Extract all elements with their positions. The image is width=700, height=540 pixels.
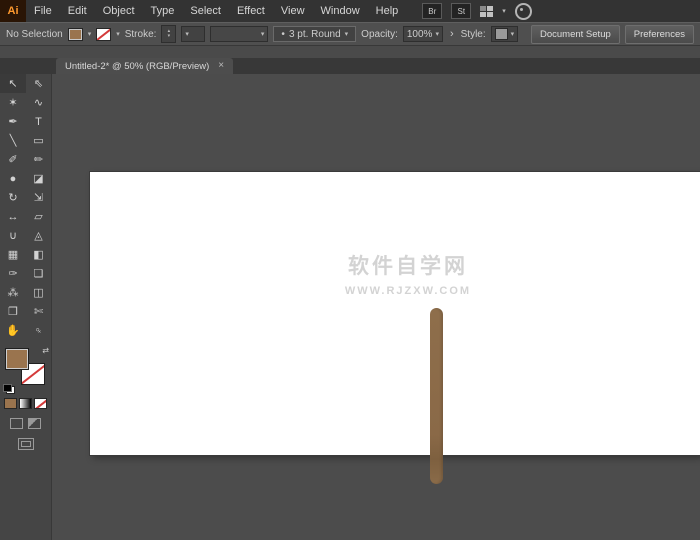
draw-mode-row	[0, 418, 51, 429]
document-tab-title: Untitled-2* @ 50% (RGB/Preview)	[65, 60, 210, 72]
lasso-tool[interactable]: ∿	[26, 93, 51, 112]
gradient-tool[interactable]: ◧	[26, 245, 51, 264]
rotate-tool[interactable]: ↻	[0, 188, 26, 207]
magic-wand-tool[interactable]: ✶	[0, 93, 26, 112]
workspace-dropdown-icon[interactable]: ▾	[502, 7, 506, 15]
default-fill-stroke-icon[interactable]	[3, 384, 15, 394]
menu-view[interactable]: View	[273, 0, 313, 22]
free-transform-tool[interactable]: ▱	[26, 207, 51, 226]
menu-file[interactable]: File	[26, 0, 60, 22]
mesh-tool[interactable]: ▦	[0, 245, 26, 264]
shape-builder-tool[interactable]: ∪	[0, 226, 26, 245]
stepper-down-icon[interactable]: ▾	[168, 34, 171, 39]
menu-edit[interactable]: Edit	[60, 0, 95, 22]
color-mode-row	[0, 398, 51, 409]
symbol-sprayer-tool[interactable]: ⁂	[0, 283, 26, 302]
menu-object[interactable]: Object	[95, 0, 143, 22]
direct-selection-tool[interactable]: ⇖	[26, 74, 51, 93]
eraser-tool[interactable]: ◪	[26, 169, 51, 188]
menu-window[interactable]: Window	[313, 0, 368, 22]
menu-effect[interactable]: Effect	[229, 0, 273, 22]
stroke-label: Stroke:	[124, 28, 157, 40]
selection-status: No Selection	[6, 28, 63, 40]
document-setup-button[interactable]: Document Setup	[531, 24, 620, 44]
menu-help[interactable]: Help	[368, 0, 407, 22]
brush-definition-button[interactable]: • 3 pt. Round ▾	[273, 26, 357, 42]
color-button[interactable]	[4, 398, 17, 409]
stock-icon[interactable]: St	[451, 3, 472, 19]
tab-close-icon[interactable]: ×	[218, 61, 224, 71]
draw-normal-button[interactable]	[10, 418, 23, 429]
watermark: 软件自学网 WWW.RJZXW.COM	[345, 250, 471, 297]
style-label: Style:	[460, 28, 486, 40]
blob-brush-tool[interactable]: ●	[0, 169, 26, 188]
canvas-area[interactable]: 软件自学网 WWW.RJZXW.COM	[52, 74, 700, 540]
style-swatch	[494, 28, 508, 40]
line-segment-tool[interactable]: ╲	[0, 131, 26, 150]
paintbrush-tool[interactable]: ✐	[0, 150, 26, 169]
swap-fill-stroke-icon[interactable]: ⇄	[42, 346, 49, 355]
scale-tool[interactable]: ⇲	[26, 188, 51, 207]
fill-color-swatch[interactable]	[67, 27, 83, 41]
app-logo: Ai	[0, 0, 26, 22]
brush-definition-label: 3 pt. Round	[288, 28, 341, 40]
preferences-button[interactable]: Preferences	[624, 24, 694, 44]
menu-bar: Ai File Edit Object Type Select Effect V…	[0, 0, 700, 22]
more-options-chevron[interactable]: ›	[448, 28, 456, 40]
perspective-grid-tool[interactable]: ◬	[26, 226, 51, 245]
brush-dropdown-icon: ▾	[344, 31, 349, 38]
stroke-weight-dropdown[interactable]: ▾	[181, 26, 206, 42]
opacity-label: Opacity:	[361, 28, 398, 40]
draw-behind-button[interactable]	[28, 418, 41, 429]
bridge-icon[interactable]: Br	[422, 3, 443, 19]
hand-tool[interactable]: ✋	[0, 321, 26, 340]
fill-swatch[interactable]	[5, 348, 29, 370]
menu-select[interactable]: Select	[182, 0, 229, 22]
opacity-value: 100%	[406, 28, 433, 40]
opacity-dropdown-icon: ▾	[435, 31, 439, 38]
opacity-dropdown[interactable]: 100% ▾	[402, 26, 443, 42]
workspace-icon[interactable]	[480, 5, 494, 17]
width-tool[interactable]: ↔	[0, 207, 26, 226]
menubar-icon-group: Br St ▾	[422, 2, 532, 20]
brush-dot-icon: •	[281, 28, 285, 40]
type-tool[interactable]: T	[26, 112, 51, 131]
rectangle-tool[interactable]: ▭	[26, 131, 51, 150]
watermark-line1: 软件自学网	[348, 255, 468, 278]
pencil-tool[interactable]: ✏	[26, 150, 51, 169]
watermark-line2: WWW.RJZXW.COM	[344, 285, 472, 297]
fill-stroke-widget: ⇄	[0, 346, 51, 394]
fill-dropdown-icon[interactable]: ▾	[88, 30, 92, 38]
profile-dropdown-icon: ▾	[260, 31, 265, 38]
style-dropdown-icon: ▾	[510, 31, 515, 38]
menu-type[interactable]: Type	[143, 0, 183, 22]
pen-tool[interactable]: ✒	[0, 112, 26, 131]
stroke-weight-stepper[interactable]: ▴ ▾	[161, 25, 177, 43]
tools-panel: ↖ ⇖ ✶ ∿ ✒ T ╲ ▭ ✐ ✏ ● ◪ ↻ ⇲ ↔ ▱ ∪ ◬ ▦ ◧ …	[0, 74, 52, 540]
gradient-button[interactable]	[19, 398, 32, 409]
none-button[interactable]	[34, 398, 47, 409]
screen-share-icon[interactable]	[514, 2, 532, 20]
artboard[interactable]: 软件自学网 WWW.RJZXW.COM	[90, 172, 700, 455]
document-tab[interactable]: Untitled-2* @ 50% (RGB/Preview) ×	[56, 58, 234, 74]
selection-tool[interactable]: ↖	[0, 74, 26, 93]
screen-mode-button[interactable]	[17, 438, 34, 450]
control-bar: No Selection ▾ ▾ Stroke: ▴ ▾ ▾ ▾ • 3 pt.…	[0, 22, 700, 46]
column-graph-tool[interactable]: ◫	[26, 283, 51, 302]
eyedropper-tool[interactable]: ✑	[0, 264, 26, 283]
variable-width-profile-dropdown[interactable]: ▾	[210, 26, 269, 42]
stroke-weight-dropdown-icon: ▾	[185, 31, 189, 38]
drawn-stick-shape[interactable]	[430, 308, 443, 484]
blend-tool[interactable]: ❏	[26, 264, 51, 283]
stroke-color-swatch[interactable]	[96, 27, 112, 41]
stroke-dropdown-icon[interactable]: ▾	[116, 30, 120, 38]
screen-mode-row	[0, 438, 51, 450]
document-tab-bar: Untitled-2* @ 50% (RGB/Preview) ×	[0, 58, 700, 74]
style-dropdown[interactable]: ▾	[490, 26, 519, 42]
artboard-tool[interactable]: ❐	[0, 302, 26, 321]
tools-grid: ↖ ⇖ ✶ ∿ ✒ T ╲ ▭ ✐ ✏ ● ◪ ↻ ⇲ ↔ ▱ ∪ ◬ ▦ ◧ …	[0, 74, 51, 340]
